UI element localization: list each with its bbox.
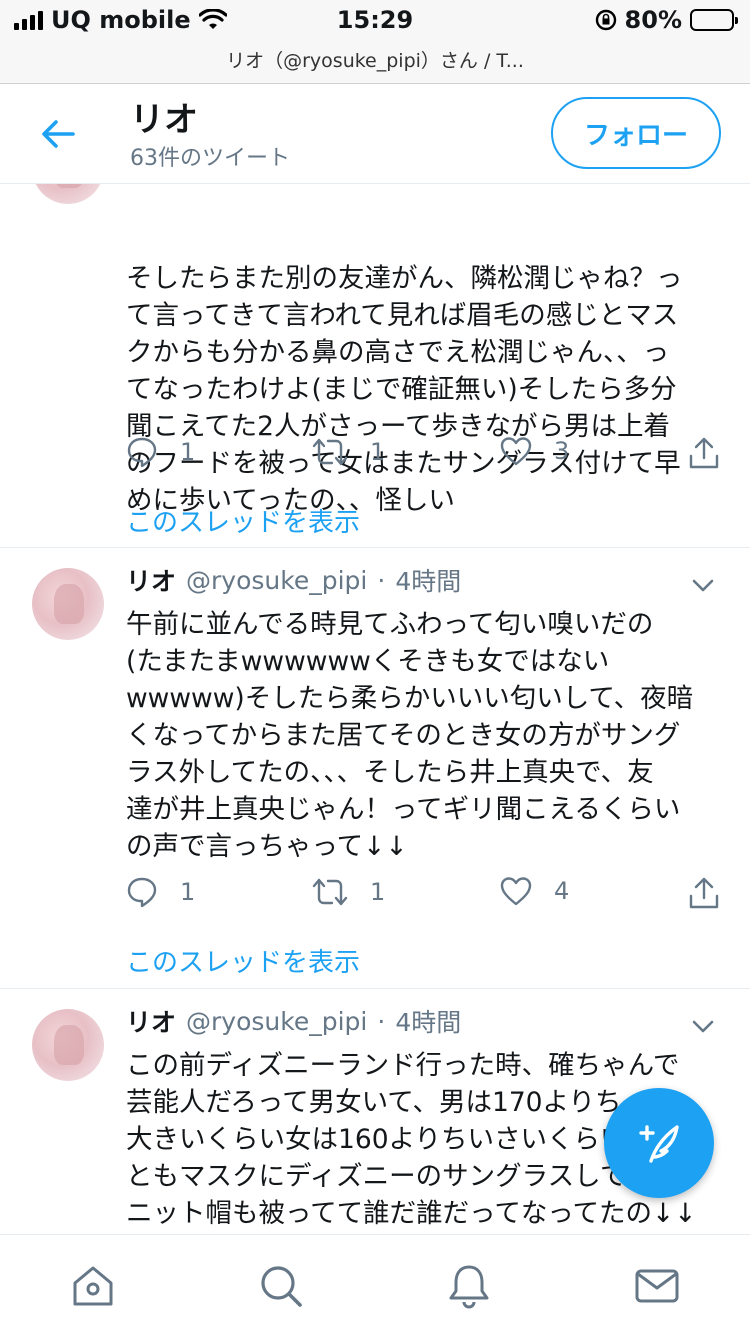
- tweet-text: そしたらまた別の友達がん、隣松潤じゃね？っ て言ってきて言われて見れば眉毛の感じ…: [126, 260, 726, 519]
- compose-button[interactable]: [604, 1088, 714, 1198]
- tweet-text-line: この前ディズニーランド行った時、確ちゃんで: [126, 1050, 680, 1081]
- reply-count: 1: [180, 438, 196, 466]
- tweet-header: リオ @ryosuke_pipi · 4時間: [126, 562, 461, 598]
- tweet-text-line: クからも分かる鼻の高さでえ松潤じゃん、、っ: [126, 337, 670, 368]
- chevron-down-icon[interactable]: [690, 1013, 716, 1039]
- reply-icon: [127, 437, 157, 468]
- compose-feather-icon: [639, 1125, 679, 1163]
- reply-count: 1: [180, 878, 196, 906]
- tweet-text-line: 達が井上真央じゃん！ってギリ聞こえるくらい: [126, 794, 681, 825]
- show-thread-link[interactable]: このスレッドを表示: [126, 502, 360, 539]
- show-thread-link[interactable]: このスレッドを表示: [126, 942, 360, 979]
- tweet-text-line: 午前に並んでる時見てふわって匂い嗅いだの: [126, 609, 654, 640]
- author-name[interactable]: リオ: [126, 562, 176, 598]
- like-button[interactable]: 4: [500, 876, 569, 906]
- share-button[interactable]: [688, 436, 720, 470]
- tweet-text-line: そしたらまた別の友達がん、隣松潤じゃね？っ: [126, 263, 683, 294]
- tweet-text-line: ラス外してたの、、、そしたら井上真央で、友: [126, 757, 654, 788]
- tweet-text-line: ニット帽も被ってて誰だ誰だってなってたの↓↓: [126, 1198, 697, 1229]
- heart-icon: [500, 437, 532, 466]
- share-icon: [689, 877, 719, 909]
- tweet-actions: 1 1 4: [126, 876, 726, 916]
- chevron-down-icon[interactable]: [690, 572, 716, 598]
- reply-button[interactable]: 1: [126, 876, 195, 908]
- battery-percent: 80%: [624, 6, 682, 34]
- status-bar: UQ mobile 15:29 80%: [0, 0, 750, 40]
- tweet-header: リオ @ryosuke_pipi · 4時間: [126, 1003, 461, 1039]
- avatar[interactable]: [32, 1009, 104, 1081]
- tweet-text-line: wwwww)そしたら柔らかいいい匂いして、夜暗: [126, 683, 694, 714]
- retweet-icon: [312, 878, 348, 906]
- url-bar[interactable]: リオ（@ryosuke_pipi）さん / T...: [0, 40, 750, 84]
- profile-header: リオ 63件のツイート フォロー: [0, 84, 750, 184]
- battery-icon: [690, 9, 738, 31]
- like-button[interactable]: 3: [500, 436, 569, 466]
- bell-icon[interactable]: [446, 1263, 492, 1309]
- tweet-time[interactable]: 4時間: [395, 1003, 461, 1039]
- tweet-text-line: くなってからまた居てそのとき女の方がサング: [126, 720, 681, 751]
- tweet-text-line: (たまたまwwwwwwくそきも女ではない: [126, 646, 610, 677]
- home-icon[interactable]: [70, 1263, 116, 1309]
- reply-button[interactable]: 1: [126, 436, 195, 468]
- share-button[interactable]: [688, 876, 720, 910]
- reply-icon: [127, 877, 157, 908]
- separator-dot: ·: [377, 1006, 386, 1036]
- retweet-count: 1: [370, 438, 386, 466]
- tweet-text: 午前に並んでる時見てふわって匂い嗅いだの (たまたまwwwwwwくそきも女ではな…: [126, 606, 726, 865]
- tweet-time[interactable]: 4時間: [395, 562, 461, 598]
- tweet[interactable]: リオ @ryosuke_pipi · 4時間 午前に並んでる時見てふわって匂い嗅…: [0, 548, 750, 989]
- share-icon: [689, 437, 719, 469]
- author-handle[interactable]: @ryosuke_pipi: [186, 566, 367, 595]
- author-name[interactable]: リオ: [126, 1003, 176, 1039]
- back-button[interactable]: [34, 110, 82, 158]
- tweet-text-line: の声で言っちゃって↓↓: [126, 831, 408, 862]
- orientation-lock-icon: [595, 9, 616, 31]
- mail-icon[interactable]: [634, 1263, 680, 1309]
- arrow-left-icon: [42, 120, 75, 148]
- retweet-count: 1: [370, 878, 386, 906]
- retweet-icon: [312, 438, 348, 466]
- retweet-button[interactable]: 1: [312, 436, 385, 468]
- bottom-tab-bar: [0, 1234, 750, 1334]
- tweet-actions: 1 1 3: [126, 436, 726, 476]
- profile-name: リオ: [130, 100, 198, 140]
- heart-icon: [500, 877, 532, 906]
- retweet-button[interactable]: 1: [312, 876, 385, 908]
- like-count: 3: [554, 437, 570, 465]
- author-handle[interactable]: @ryosuke_pipi: [186, 1007, 367, 1036]
- avatar[interactable]: [32, 568, 104, 640]
- separator-dot: ·: [377, 565, 386, 595]
- tweet-count: 63件のツイート: [130, 146, 290, 171]
- like-count: 4: [554, 877, 570, 905]
- status-right: 80%: [595, 6, 738, 34]
- follow-button[interactable]: フォロー: [551, 97, 721, 169]
- tweet-text-line: て言ってきて言われて見れば眉毛の感じとマス: [126, 300, 679, 331]
- search-icon[interactable]: [258, 1263, 304, 1309]
- tweet-text-line: てなったわけよ(まじで確証無い)そしたら多分: [126, 374, 677, 405]
